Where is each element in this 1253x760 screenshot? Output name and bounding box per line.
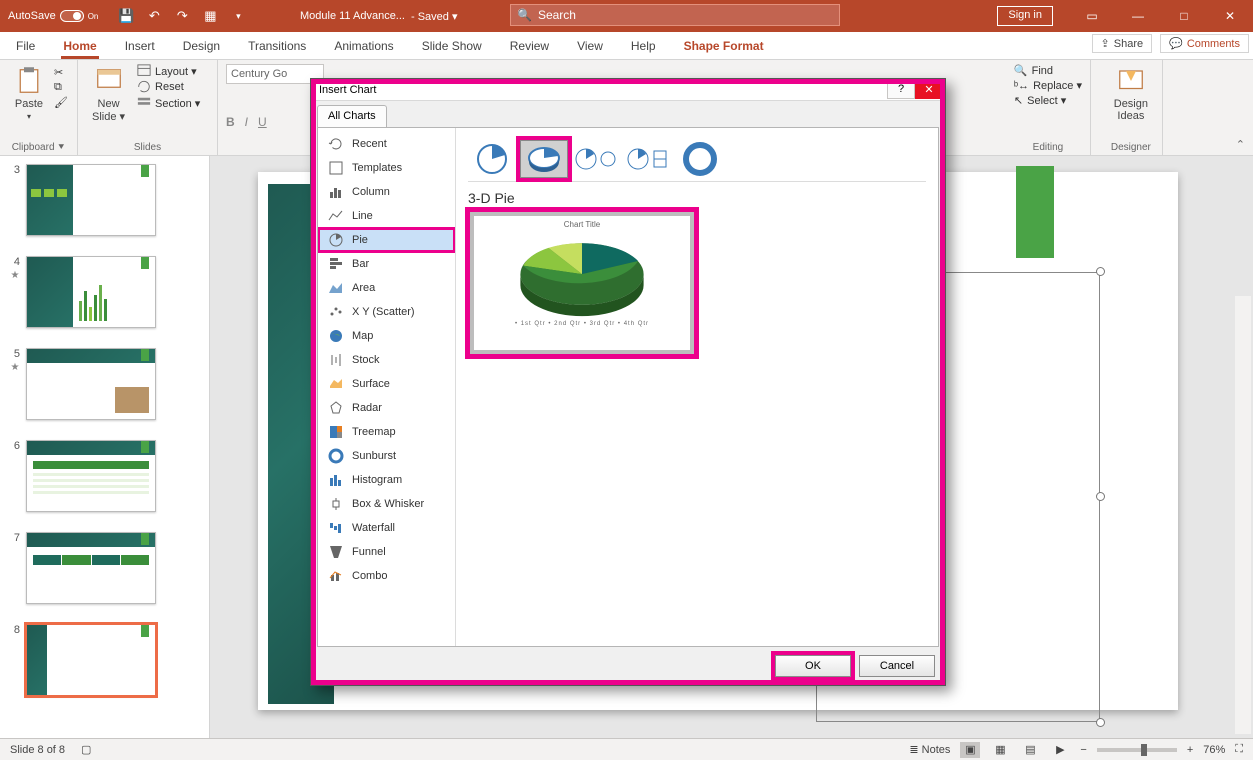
- subtype-bar-of-pie[interactable]: [624, 140, 672, 178]
- slide-counter: Slide 8 of 8: [10, 744, 65, 756]
- cat-scatter[interactable]: X Y (Scatter): [318, 300, 455, 324]
- subtype-title: 3-D Pie: [468, 190, 926, 206]
- zoom-out-icon[interactable]: −: [1080, 744, 1086, 756]
- cat-templates[interactable]: Templates: [318, 156, 455, 180]
- dialog-title: Insert Chart: [319, 84, 376, 96]
- cat-combo[interactable]: Combo: [318, 564, 455, 588]
- reading-view-icon[interactable]: ▤: [1020, 742, 1040, 758]
- slide-sorter-icon[interactable]: ▦: [990, 742, 1010, 758]
- insert-chart-dialog: Insert Chart ? ✕ All Charts Recent Templ…: [310, 78, 946, 686]
- cat-stock[interactable]: Stock: [318, 348, 455, 372]
- subtype-pie-of-pie[interactable]: [572, 140, 620, 178]
- cat-radar[interactable]: Radar: [318, 396, 455, 420]
- cat-column[interactable]: Column: [318, 180, 455, 204]
- cat-box-whisker[interactable]: Box & Whisker: [318, 492, 455, 516]
- pie-subtypes: [468, 136, 926, 182]
- dialog-help-button[interactable]: ?: [887, 79, 915, 99]
- subtype-pie[interactable]: [468, 140, 516, 178]
- cat-histogram[interactable]: Histogram: [318, 468, 455, 492]
- zoom-level[interactable]: 76%: [1203, 744, 1225, 756]
- subtype-3d-pie[interactable]: [520, 140, 568, 178]
- zoom-slider[interactable]: [1097, 748, 1177, 752]
- cat-bar[interactable]: Bar: [318, 252, 455, 276]
- notes-button[interactable]: ≣ Notes: [909, 743, 950, 756]
- cat-funnel[interactable]: Funnel: [318, 540, 455, 564]
- cat-treemap[interactable]: Treemap: [318, 420, 455, 444]
- spell-check-icon[interactable]: ▢: [81, 743, 91, 756]
- cat-sunburst[interactable]: Sunburst: [318, 444, 455, 468]
- normal-view-icon[interactable]: ▣: [960, 742, 980, 758]
- preview-legend: • 1st Qtr • 2nd Qtr • 3rd Qtr • 4th Qtr: [515, 321, 649, 327]
- slideshow-view-icon[interactable]: ▶: [1050, 742, 1070, 758]
- status-bar: Slide 8 of 8 ▢ ≣ Notes ▣ ▦ ▤ ▶ − + 76% ⛶: [0, 738, 1253, 760]
- dialog-titlebar: Insert Chart ? ✕: [311, 79, 945, 101]
- cat-recent[interactable]: Recent: [318, 132, 455, 156]
- dialog-close-button[interactable]: ✕: [915, 79, 943, 99]
- ok-button[interactable]: OK: [775, 655, 851, 677]
- cat-map[interactable]: Map: [318, 324, 455, 348]
- chart-category-list: Recent Templates Column Line Pie Bar Are…: [318, 128, 456, 646]
- cat-area[interactable]: Area: [318, 276, 455, 300]
- cancel-button[interactable]: Cancel: [859, 655, 935, 677]
- preview-chart-title: Chart Title: [564, 220, 600, 229]
- subtype-doughnut[interactable]: [676, 140, 724, 178]
- pie-3d-preview-icon: [507, 233, 657, 317]
- chart-preview[interactable]: Chart Title • 1st Qtr • 2nd Qtr • 3rd Qt…: [468, 210, 696, 356]
- cat-surface[interactable]: Surface: [318, 372, 455, 396]
- fit-to-window-icon[interactable]: ⛶: [1235, 743, 1243, 756]
- cat-line[interactable]: Line: [318, 204, 455, 228]
- cat-waterfall[interactable]: Waterfall: [318, 516, 455, 540]
- cat-pie[interactable]: Pie: [318, 228, 455, 252]
- zoom-in-icon[interactable]: +: [1187, 744, 1193, 756]
